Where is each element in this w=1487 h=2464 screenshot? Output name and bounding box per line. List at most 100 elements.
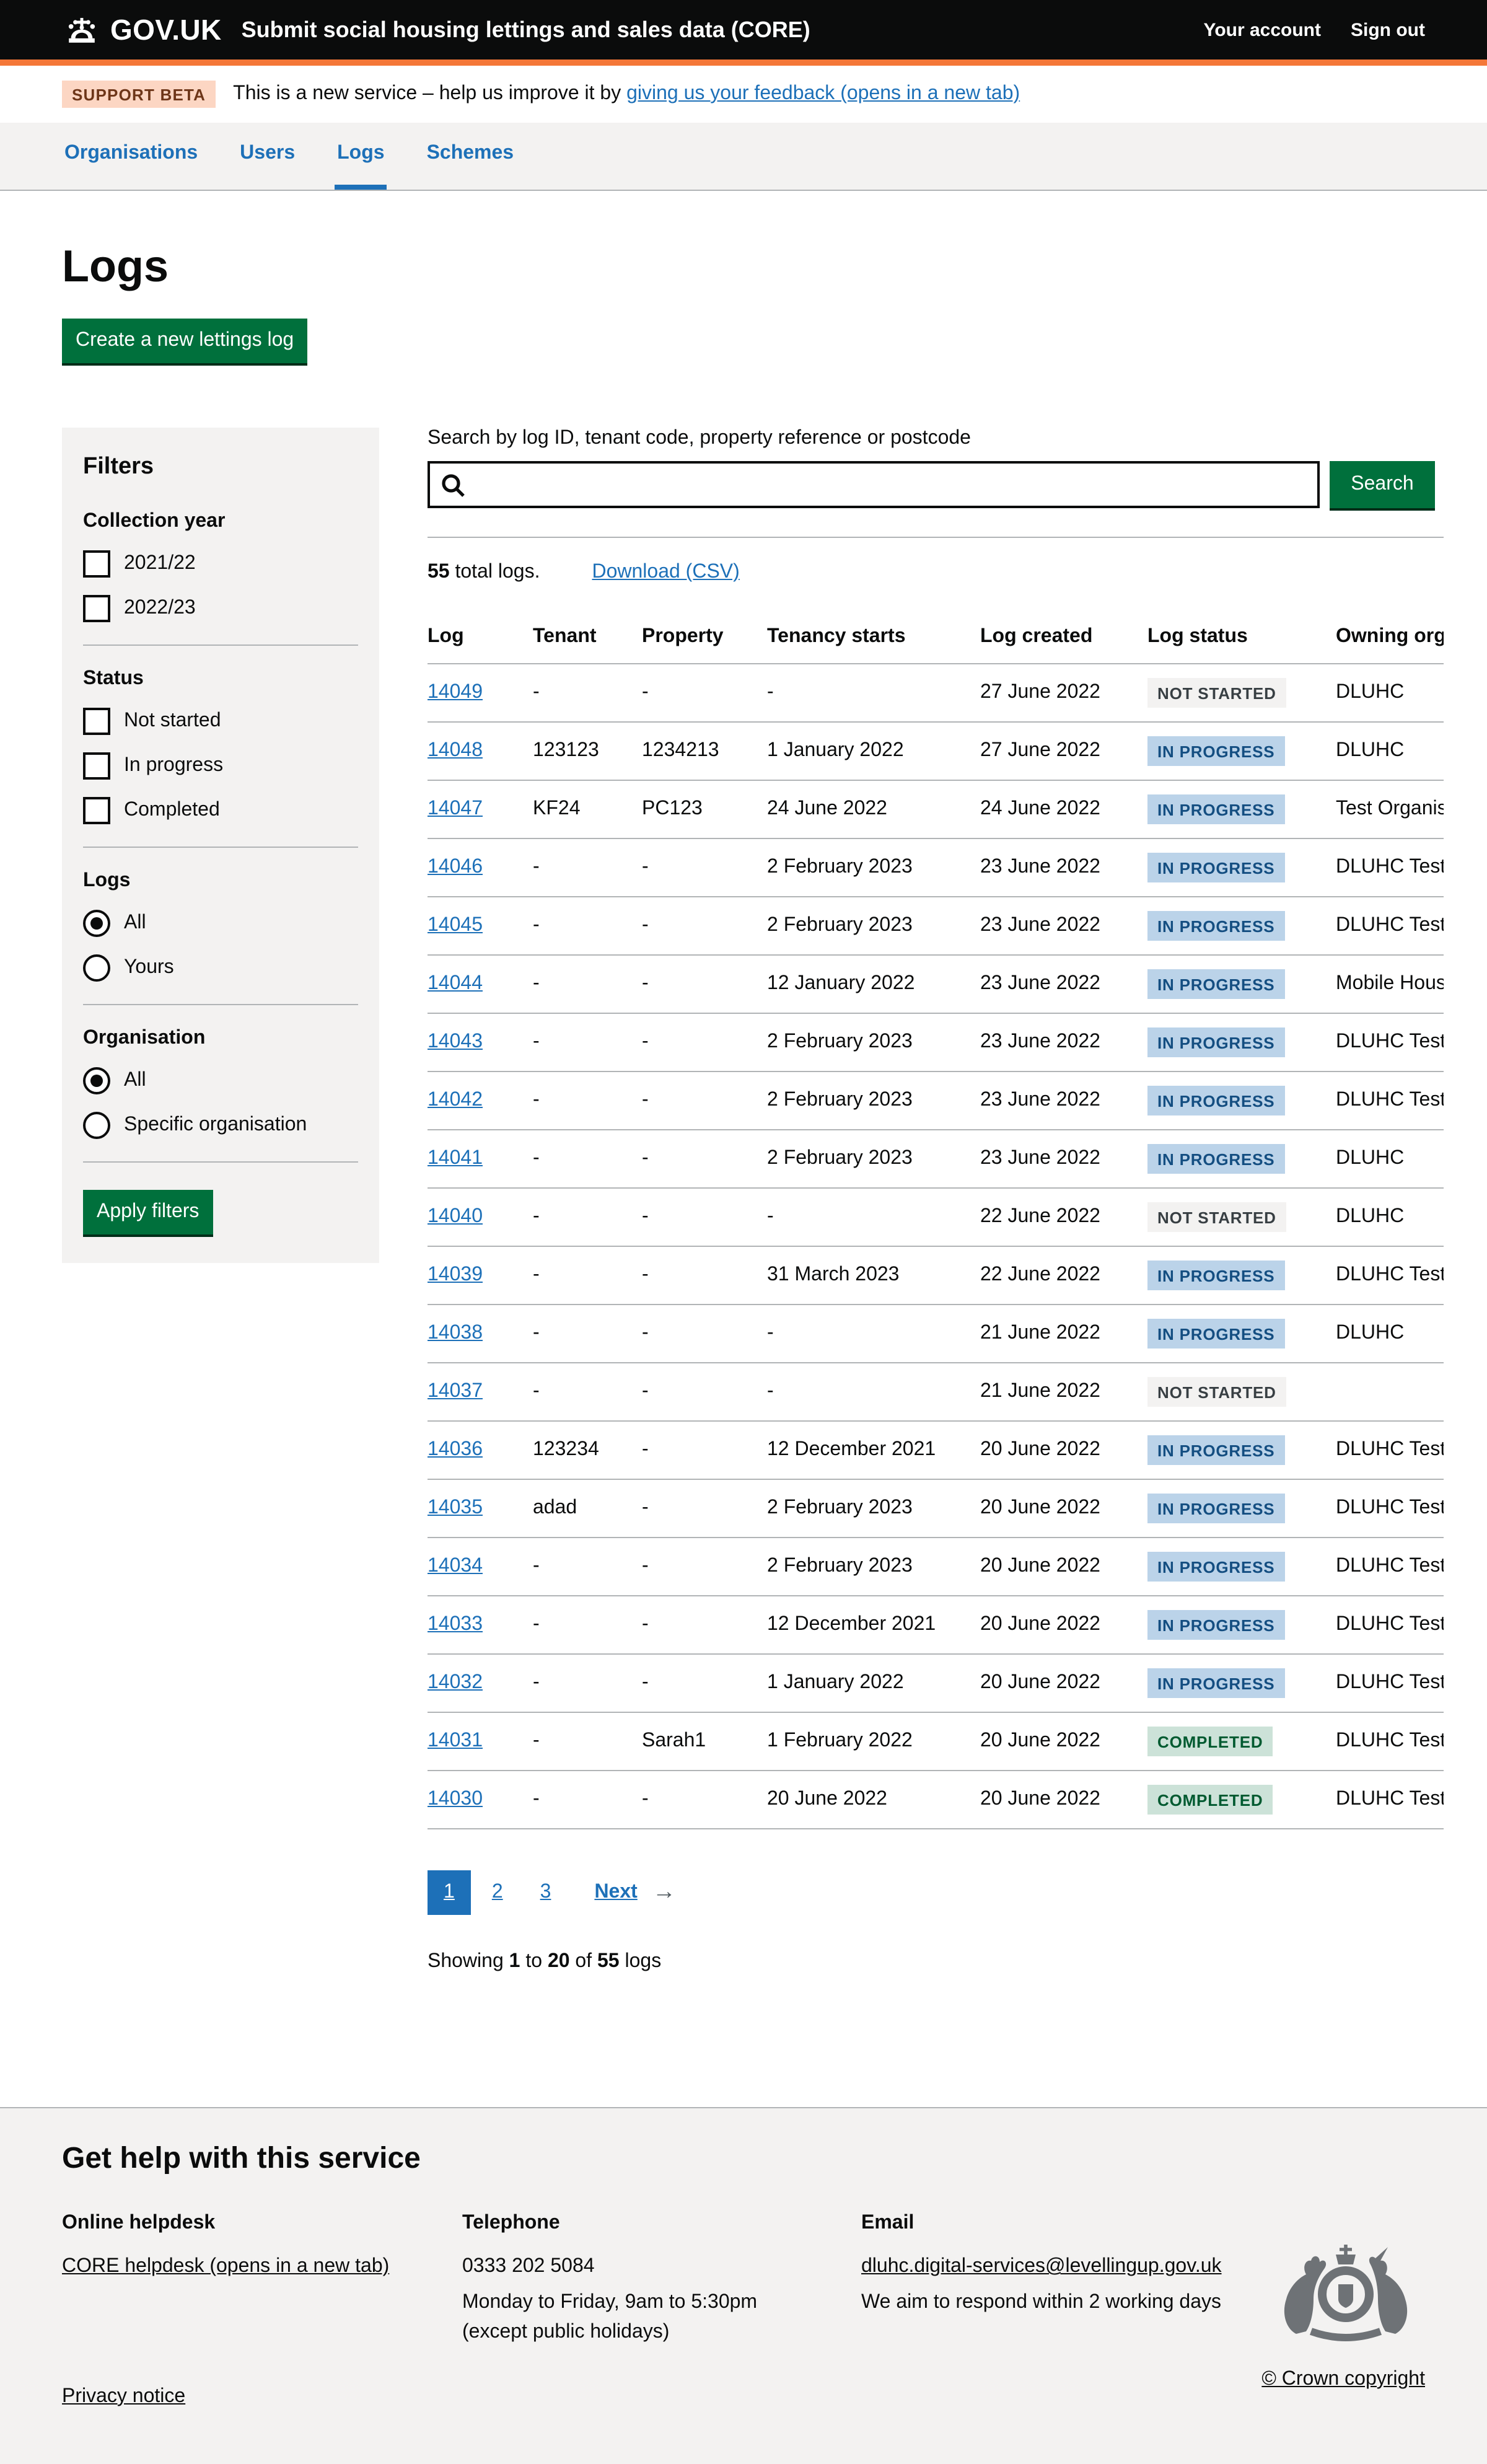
status-label: Status: [83, 668, 358, 690]
create-lettings-log-button[interactable]: Create a new lettings log: [62, 319, 307, 363]
beta-tag: Support beta: [62, 81, 216, 108]
log-id-link[interactable]: 14048: [428, 740, 483, 761]
cell-owning_organisation: DLUHC: [1336, 1188, 1444, 1246]
search-input[interactable]: [430, 464, 1317, 506]
cell-status: In progress: [1147, 1654, 1336, 1712]
log-id-link[interactable]: 14032: [428, 1672, 483, 1693]
search-button[interactable]: Search: [1330, 461, 1435, 508]
radio-label: Specific organisation: [124, 1114, 307, 1137]
your-account-link[interactable]: Your account: [1204, 19, 1321, 40]
cell-owning_organisation: DLUHC Test: [1336, 1712, 1444, 1771]
status-tag: In progress: [1147, 736, 1284, 766]
status-tag: In progress: [1147, 911, 1284, 941]
radio-organisation-specific[interactable]: Specific organisation: [83, 1112, 358, 1139]
log-id-link[interactable]: 14041: [428, 1148, 483, 1169]
cell-property: -: [642, 1479, 767, 1538]
cell-log_created: 20 June 2022: [980, 1538, 1147, 1596]
cell-log_created: 22 June 2022: [980, 1188, 1147, 1246]
log-id-link[interactable]: 14035: [428, 1497, 483, 1518]
checkbox-in-progress[interactable]: In progress: [83, 752, 358, 780]
log-id-link[interactable]: 14036: [428, 1439, 483, 1460]
table-row: 14032--1 January 202220 June 2022In prog…: [428, 1654, 1444, 1712]
table-row: 14033--12 December 202120 June 2022In pr…: [428, 1596, 1444, 1654]
cell-status: In progress: [1147, 780, 1336, 838]
core-helpdesk-link[interactable]: CORE helpdesk (opens in a new tab): [62, 2256, 389, 2277]
cell-log_created: 27 June 2022: [980, 722, 1147, 780]
nav-item-users[interactable]: Users: [237, 123, 297, 190]
telephone-hours-line1: Monday to Friday, 9am to 5:30pm: [462, 2292, 757, 2313]
checkbox-icon[interactable]: [83, 550, 110, 578]
cell-tenant: -: [533, 1130, 642, 1188]
crown-copyright-link[interactable]: © Crown copyright: [1261, 2369, 1425, 2391]
log-id-link[interactable]: 14030: [428, 1789, 483, 1810]
nav-item-logs[interactable]: Logs: [335, 123, 387, 190]
cell-property: -: [642, 1246, 767, 1305]
checkbox-completed[interactable]: Completed: [83, 797, 358, 824]
service-name-link[interactable]: Submit social housing lettings and sales…: [242, 17, 810, 43]
checkbox-2021-22[interactable]: 2021/22: [83, 550, 358, 578]
log-id-link[interactable]: 14046: [428, 856, 483, 878]
log-id-link[interactable]: 14033: [428, 1614, 483, 1635]
cell-status: Not started: [1147, 664, 1336, 722]
pagination-next-link[interactable]: Next: [572, 1870, 644, 1915]
log-id-link[interactable]: 14042: [428, 1089, 483, 1111]
cell-property: -: [642, 1188, 767, 1246]
radio-icon-selected[interactable]: [83, 910, 110, 937]
log-id-link[interactable]: 14039: [428, 1264, 483, 1285]
sign-out-link[interactable]: Sign out: [1351, 19, 1425, 40]
cell-status: In progress: [1147, 1596, 1336, 1654]
checkbox-icon[interactable]: [83, 752, 110, 780]
cell-owning_organisation: DLUHC Test: [1336, 1071, 1444, 1130]
log-id-link[interactable]: 14034: [428, 1555, 483, 1577]
nav-item-organisations[interactable]: Organisations: [62, 123, 200, 190]
cell-tenancy_starts: 12 December 2021: [767, 1596, 980, 1654]
cell-status: In progress: [1147, 1013, 1336, 1071]
cell-tenancy_starts: 2 February 2023: [767, 1130, 980, 1188]
cell-status: In progress: [1147, 1305, 1336, 1363]
log-id-link[interactable]: 14037: [428, 1381, 483, 1402]
cell-owning_organisation: Mobile Housing: [1336, 955, 1444, 1013]
log-id-link[interactable]: 14044: [428, 973, 483, 994]
cell-log: 14039: [428, 1246, 533, 1305]
log-id-link[interactable]: 14040: [428, 1206, 483, 1227]
pagination-page-1-current[interactable]: 1: [428, 1870, 471, 1915]
cell-owning_organisation: DLUHC Test: [1336, 1654, 1444, 1712]
radio-organisation-all[interactable]: All: [83, 1067, 358, 1094]
primary-navigation: Organisations Users Logs Schemes: [0, 123, 1487, 191]
radio-logs-yours[interactable]: Yours: [83, 954, 358, 982]
privacy-notice-link[interactable]: Privacy notice: [62, 2386, 185, 2408]
log-id-link[interactable]: 14031: [428, 1730, 483, 1751]
checkbox-not-started[interactable]: Not started: [83, 708, 358, 735]
log-id-link[interactable]: 14043: [428, 1031, 483, 1052]
apply-filters-button[interactable]: Apply filters: [83, 1190, 213, 1234]
feedback-link[interactable]: giving us your feedback (opens in a new …: [626, 83, 1020, 104]
log-id-link[interactable]: 14038: [428, 1322, 483, 1344]
checkbox-icon[interactable]: [83, 708, 110, 735]
download-csv-link[interactable]: Download (CSV): [592, 561, 739, 584]
pagination-page-2[interactable]: 2: [476, 1870, 519, 1915]
col-header-log: Log: [428, 604, 533, 664]
radio-icon-selected[interactable]: [83, 1067, 110, 1094]
cell-tenant: -: [533, 1654, 642, 1712]
radio-logs-all[interactable]: All: [83, 910, 358, 937]
log-id-link[interactable]: 14045: [428, 915, 483, 936]
nav-item-schemes[interactable]: Schemes: [424, 123, 517, 190]
radio-icon[interactable]: [83, 954, 110, 982]
govuk-home-link[interactable]: GOV.UK: [62, 13, 222, 46]
log-id-link[interactable]: 14049: [428, 682, 483, 703]
cell-tenancy_starts: 2 February 2023: [767, 1071, 980, 1130]
status-tag: In progress: [1147, 1494, 1284, 1523]
email-link[interactable]: dluhc.digital-services@levellingup.gov.u…: [861, 2256, 1222, 2277]
search-icon: [440, 472, 467, 499]
cell-log_created: 23 June 2022: [980, 1130, 1147, 1188]
checkbox-icon[interactable]: [83, 595, 110, 622]
pagination-page-3[interactable]: 3: [524, 1870, 568, 1915]
checkbox-2022-23[interactable]: 2022/23: [83, 595, 358, 622]
checkbox-icon[interactable]: [83, 797, 110, 824]
radio-icon[interactable]: [83, 1112, 110, 1139]
log-id-link[interactable]: 14047: [428, 798, 483, 819]
cell-owning_organisation: DLUHC: [1336, 1130, 1444, 1188]
table-row: 14047KF24PC12324 June 202224 June 2022In…: [428, 780, 1444, 838]
status-tag: In progress: [1147, 969, 1284, 999]
cell-property: -: [642, 897, 767, 955]
